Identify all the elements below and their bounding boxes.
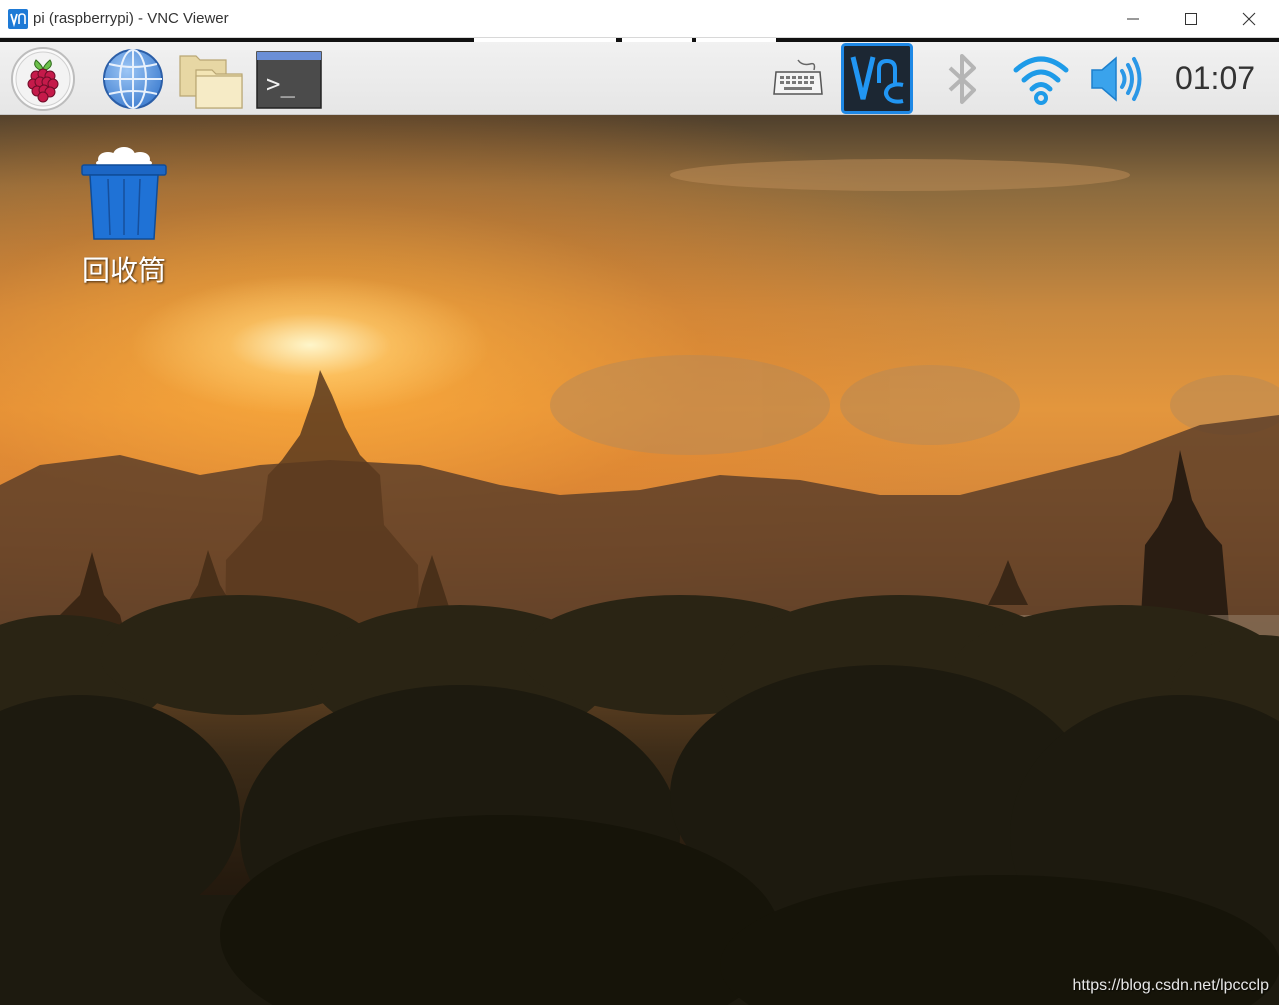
close-button[interactable] — [1220, 0, 1278, 38]
close-icon — [1242, 12, 1256, 26]
terminal-prompt: >_ — [266, 70, 295, 98]
speaker-icon — [1091, 56, 1142, 102]
trash-label: 回收筒 — [81, 254, 166, 287]
vnc-server-button[interactable] — [841, 43, 913, 114]
taskbar-panel: >_ 01:07 — [0, 42, 1279, 115]
volume-button[interactable] — [1088, 46, 1146, 112]
wifi-icon — [1013, 56, 1069, 105]
file-manager-button[interactable] — [178, 46, 244, 112]
raspberry-menu-button[interactable] — [10, 46, 76, 112]
virtual-keyboard-button[interactable] — [772, 46, 824, 112]
raspberry-icon — [11, 47, 75, 111]
bluetooth-button[interactable] — [940, 46, 984, 112]
wifi-button[interactable] — [1010, 46, 1072, 112]
vnc-icon — [841, 43, 913, 114]
folder-icon — [179, 55, 243, 109]
minimize-button[interactable] — [1104, 0, 1162, 38]
terminal-icon: >_ — [256, 51, 322, 109]
minimize-icon — [1127, 18, 1139, 20]
bluetooth-icon — [948, 54, 976, 104]
watermark-text: https://blog.csdn.net/lpccclp — [1072, 977, 1269, 994]
window-title-bar[interactable]: pi (raspberrypi) - VNC Viewer — [0, 0, 1279, 38]
clock[interactable]: 01:07 — [1160, 42, 1270, 114]
maximize-button[interactable] — [1162, 0, 1220, 38]
desktop-background[interactable]: 回收筒 https://blog.csdn.net/lpccclp — [0, 115, 1279, 1005]
trash-can-icon — [81, 147, 167, 240]
maximize-icon — [1185, 13, 1197, 25]
globe-icon — [103, 49, 163, 109]
window-title: pi (raspberrypi) - VNC Viewer — [33, 10, 229, 27]
terminal-button[interactable]: >_ — [256, 46, 322, 112]
keyboard-icon — [773, 59, 823, 95]
trash-desktop-icon[interactable]: 回收筒 — [68, 145, 180, 289]
wallpaper-landscape — [0, 159, 1279, 1005]
vnc-viewer-icon — [8, 9, 28, 29]
web-browser-button[interactable] — [102, 46, 164, 112]
